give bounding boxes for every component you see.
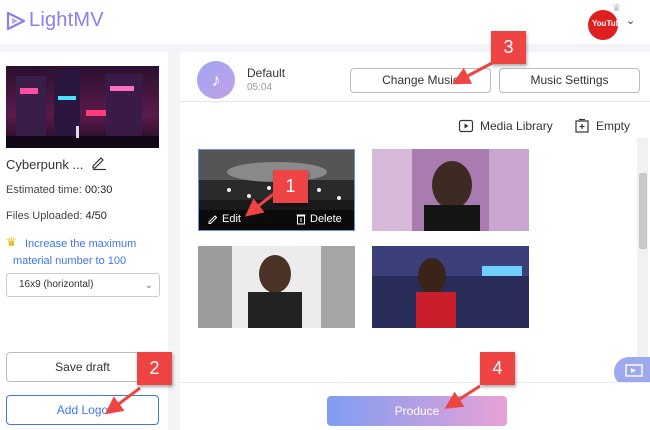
app-logo[interactable]: LightMV	[6, 9, 104, 32]
user-avatar[interactable]: YouTube	[588, 10, 625, 40]
files-uploaded-value: 4/50	[85, 210, 107, 222]
rename-pencil-icon[interactable]	[90, 153, 108, 171]
account-chevron-down-icon[interactable]: ⌄	[626, 14, 635, 27]
change-music-button[interactable]: Change Music	[350, 68, 491, 93]
media-library-label: Media Library	[480, 119, 553, 133]
empty-button[interactable]: Empty	[574, 116, 630, 136]
upgrade-link-line2: material number to 100	[13, 255, 127, 267]
produce-bar: Produce	[180, 382, 650, 430]
delete-icon	[296, 214, 306, 225]
estimated-time-label: Estimated time:	[6, 184, 82, 196]
media-thumbnail	[372, 246, 529, 328]
avatar-label: YouTube	[592, 19, 626, 28]
estimated-time: Estimated time: 00:30	[6, 184, 112, 196]
annotation-badge: 4	[480, 352, 515, 385]
files-uploaded-label: Files Uploaded:	[6, 210, 83, 222]
media-thumbnail	[372, 149, 529, 231]
produce-button[interactable]: Produce	[327, 396, 507, 426]
tile-delete-button[interactable]: Delete	[295, 213, 342, 225]
logo-play-icon	[6, 11, 26, 30]
project-name[interactable]: Cyberpunk ...	[6, 157, 83, 172]
estimated-time-value: 00:30	[84, 184, 113, 196]
empty-label: Empty	[596, 119, 631, 133]
aspect-ratio-select[interactable]: 16x9 (horizontal) ⌄	[6, 273, 160, 297]
annotation-badge: 2	[137, 352, 172, 385]
chevron-down-icon: ⌄	[144, 280, 153, 291]
editor-panel: ♪ Default 05:04 Change Music Music Setti…	[180, 52, 650, 430]
media-tile[interactable]	[372, 149, 529, 231]
aspect-ratio-value: 16x9 (horizontal)	[19, 279, 94, 290]
add-logo-button[interactable]: Add Logo	[6, 395, 159, 425]
project-thumbnail	[6, 66, 159, 148]
music-title: Default	[247, 66, 286, 80]
vip-crown-icon: ♛	[612, 3, 621, 14]
empty-clear-icon	[575, 118, 589, 133]
media-tile[interactable]	[198, 246, 355, 328]
upgrade-link[interactable]: Increase the maximum material number to …	[13, 236, 165, 270]
tile-actions: Edit Delete	[199, 210, 354, 230]
media-tile[interactable]	[372, 246, 529, 328]
tile-edit-label: Edit	[222, 213, 241, 225]
annotation-badge: 1	[273, 170, 308, 203]
media-library-button[interactable]: Media Library	[458, 116, 553, 136]
music-note-icon[interactable]: ♪	[197, 61, 235, 99]
edit-icon	[208, 215, 218, 224]
top-header: LightMV YouTube ♛ ⌄	[0, 0, 650, 44]
media-library-icon	[458, 119, 474, 133]
tile-edit-button[interactable]: Edit	[207, 213, 241, 225]
music-settings-button[interactable]: Music Settings	[499, 68, 640, 93]
app-name: LightMV	[29, 9, 104, 31]
upgrade-link-line1: Increase the maximum	[25, 238, 137, 250]
files-uploaded: Files Uploaded: 4/50	[6, 210, 107, 222]
crown-icon: ♛	[6, 235, 17, 249]
media-thumbnail	[198, 246, 355, 328]
music-duration: 05:04	[247, 82, 273, 93]
media-scrollbar-thumb[interactable]	[639, 173, 647, 249]
music-bar: ♪ Default 05:04 Change Music Music Setti…	[180, 52, 650, 102]
annotation-badge: 3	[491, 31, 526, 64]
tile-delete-label: Delete	[310, 213, 342, 225]
